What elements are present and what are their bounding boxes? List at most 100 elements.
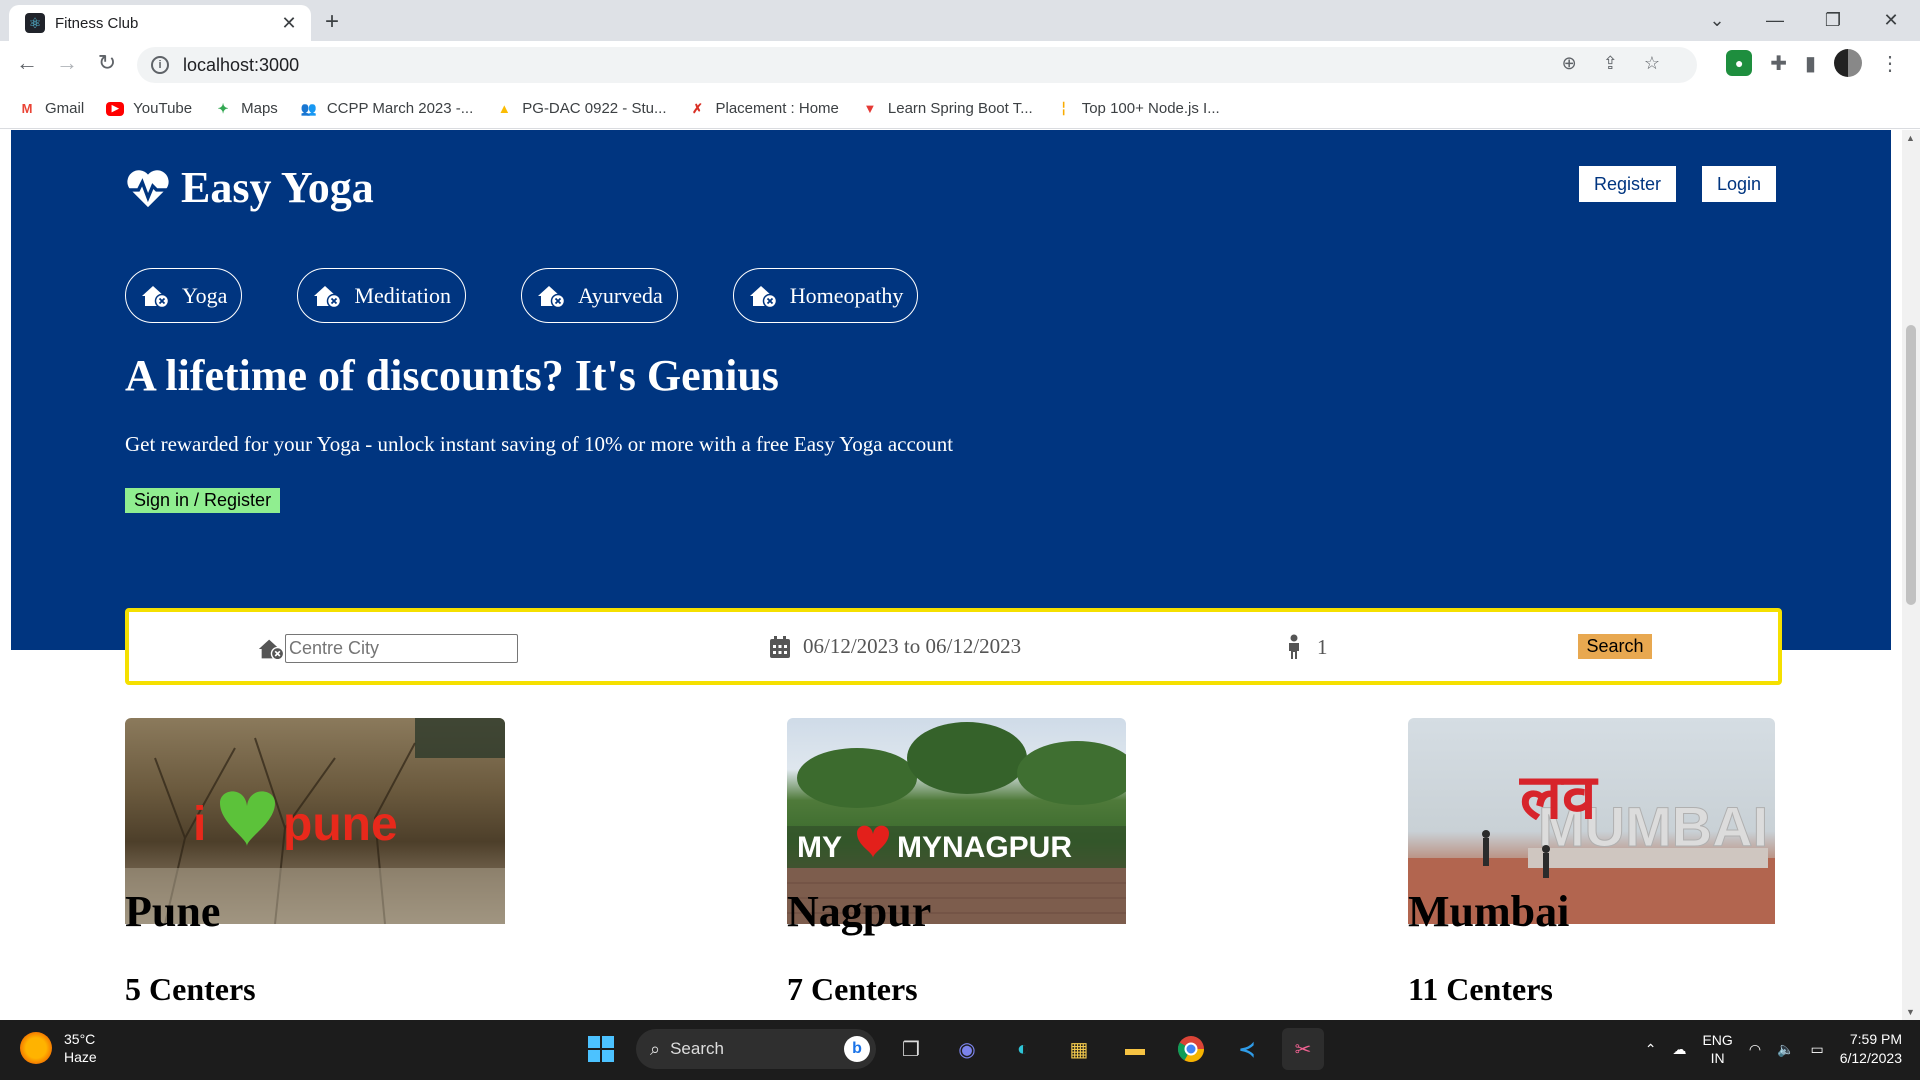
windows-taskbar: 35°C Haze ⌕ Search b ❐ ◉ ◐ ▦ ▬ ≺ ✂ ⌃ ☁ E… bbox=[0, 1020, 1920, 1080]
hero-section: Easy Yoga Register Login Yoga Meditation… bbox=[11, 130, 1891, 650]
category-ayurveda[interactable]: Ayurveda bbox=[521, 268, 678, 323]
hero-subline: Get rewarded for your Yoga - unlock inst… bbox=[125, 432, 954, 456]
close-icon[interactable]: ✕ bbox=[279, 13, 299, 34]
clock[interactable]: 7:59 PM 6/12/2023 bbox=[1840, 1030, 1902, 1068]
tab-title: Fitness Club bbox=[55, 14, 139, 32]
hero-headline: A lifetime of discounts? It's Genius bbox=[125, 351, 779, 400]
bookmarks-bar: M Gmail ▶ YouTube ✦ Maps 👥 CCPP March 2023 -… bbox=[0, 89, 1920, 129]
scrollbar-thumb[interactable] bbox=[1906, 325, 1916, 605]
teams-icon[interactable]: ◉ bbox=[946, 1028, 988, 1070]
weather-sun-icon bbox=[20, 1032, 52, 1064]
signin-register-button[interactable]: Sign in / Register bbox=[125, 488, 281, 513]
svg-text:i: i bbox=[193, 798, 206, 851]
home-cancel-icon bbox=[258, 639, 285, 660]
browser-tab[interactable]: ⚛ Fitness Club ✕ bbox=[9, 5, 311, 41]
category-yoga[interactable]: Yoga bbox=[125, 268, 243, 323]
volume-icon[interactable]: 🔈 bbox=[1777, 1041, 1794, 1058]
home-cancel-icon bbox=[314, 285, 342, 308]
city-name: Mumbai bbox=[1408, 887, 1570, 936]
chevron-up-icon[interactable]: ⌃ bbox=[1645, 1041, 1657, 1058]
category-pills: Yoga Meditation Ayurveda Homeopathy bbox=[125, 268, 919, 323]
react-icon: ⚛ bbox=[25, 13, 45, 33]
home-cancel-icon bbox=[749, 285, 777, 308]
brand-logo[interactable]: Easy Yoga bbox=[125, 162, 374, 213]
city-card-mumbai[interactable]: MUMBAI लव Mumbai 11 Centers bbox=[1408, 718, 1775, 1007]
register-button[interactable]: Register bbox=[1579, 166, 1676, 202]
minimize-button[interactable]: — bbox=[1746, 10, 1804, 31]
browser-toolbar: ← → ↻ i localhost:3000 ⊕ ⇪ ☆ ● ✚ ▮ ⋮ bbox=[0, 41, 1920, 89]
file-explorer-icon[interactable]: ▬ bbox=[1114, 1028, 1156, 1070]
bookmark-placement[interactable]: ✗ Placement : Home bbox=[689, 100, 839, 118]
edge-icon[interactable]: ◐ bbox=[1002, 1028, 1044, 1070]
bars-icon: ╎ bbox=[1059, 100, 1068, 116]
svg-text:pune: pune bbox=[283, 798, 398, 851]
home-cancel-icon bbox=[538, 285, 566, 308]
bookmark-youtube[interactable]: ▶ YouTube bbox=[106, 100, 192, 117]
scroll-down-icon[interactable]: ▼ bbox=[1906, 1007, 1915, 1017]
youtube-icon: ▶ bbox=[106, 101, 125, 116]
home-cancel-icon bbox=[142, 285, 170, 308]
date-range-picker[interactable]: 06/12/2023 to 06/12/2023 bbox=[769, 634, 1021, 659]
login-button[interactable]: Login bbox=[1702, 166, 1776, 202]
people-picker[interactable]: 1 bbox=[1285, 634, 1328, 660]
menu-icon[interactable]: ⋮ bbox=[1880, 51, 1900, 76]
chrome-icon[interactable] bbox=[1170, 1028, 1212, 1070]
zoom-icon[interactable]: ⊕ bbox=[1562, 53, 1577, 74]
puzzle-icon[interactable]: ✚ bbox=[1770, 51, 1787, 76]
tab-search-icon[interactable]: ⌄ bbox=[1688, 10, 1746, 31]
bookmark-ccpp[interactable]: 👥 CCPP March 2023 -... bbox=[300, 100, 474, 118]
url-text: localhost:3000 bbox=[183, 54, 300, 75]
share-icon[interactable]: ⇪ bbox=[1603, 53, 1618, 74]
maps-icon: ✦ bbox=[217, 100, 229, 116]
store-icon[interactable]: ▦ bbox=[1058, 1028, 1100, 1070]
search-button[interactable]: Search bbox=[1578, 634, 1652, 659]
category-homeopathy[interactable]: Homeopathy bbox=[732, 268, 919, 323]
page-viewport: Easy Yoga Register Login Yoga Meditation… bbox=[0, 130, 1920, 1020]
search-bar: Centre City 06/12/2023 to 06/12/2023 1 S… bbox=[125, 608, 1782, 685]
calendar-icon bbox=[770, 635, 790, 658]
people-count: 1 bbox=[1317, 634, 1328, 659]
city-name: Pune bbox=[125, 887, 221, 936]
svg-text:MYNAGPUR: MYNAGPUR bbox=[897, 831, 1072, 864]
city-input[interactable]: Centre City bbox=[285, 634, 518, 663]
city-card-nagpur[interactable]: MY MYNAGPUR Nagpur 7 Centers bbox=[787, 718, 1126, 1007]
weather-widget[interactable]: 35°C Haze bbox=[20, 1030, 97, 1066]
back-icon[interactable]: ← bbox=[12, 50, 42, 76]
bookmark-pg-dac[interactable]: ▲ PG-DAC 0922 - Stu... bbox=[495, 100, 667, 118]
window-controls: ⌄ — ❐ ✕ bbox=[1688, 0, 1920, 41]
bookmark-nodejs[interactable]: ╎ Top 100+ Node.js I... bbox=[1055, 100, 1220, 118]
onedrive-icon[interactable]: ☁ bbox=[1672, 1041, 1686, 1058]
reload-icon[interactable]: ↻ bbox=[92, 50, 122, 76]
address-bar[interactable]: i localhost:3000 bbox=[137, 47, 1697, 83]
bookmark-spring-boot[interactable]: ▼ Learn Spring Boot T... bbox=[861, 100, 1032, 118]
forward-icon[interactable]: → bbox=[52, 50, 82, 76]
star-icon[interactable]: ☆ bbox=[1644, 53, 1660, 74]
city-card-pune[interactable]: i pune Pune 5 Centers bbox=[125, 718, 505, 1007]
category-meditation[interactable]: Meditation bbox=[297, 268, 466, 323]
profile-avatar[interactable] bbox=[1834, 49, 1862, 77]
snipping-tool-icon[interactable]: ✂ bbox=[1282, 1028, 1324, 1070]
bookmark-gmail[interactable]: M Gmail bbox=[18, 100, 85, 118]
bookmark-maps[interactable]: ✦ Maps bbox=[214, 100, 278, 118]
new-tab-button[interactable]: + bbox=[325, 8, 339, 36]
close-window-button[interactable]: ✕ bbox=[1862, 10, 1920, 31]
weather-condition: Haze bbox=[64, 1049, 97, 1065]
restore-button[interactable]: ❐ bbox=[1804, 10, 1862, 31]
omnibox-actions: ⊕ ⇪ ☆ bbox=[1562, 53, 1660, 74]
windows-start-icon[interactable] bbox=[580, 1028, 622, 1070]
scroll-up-icon[interactable]: ▲ bbox=[1906, 133, 1915, 143]
side-panel-icon[interactable]: ▮ bbox=[1805, 51, 1816, 76]
task-view-icon[interactable]: ❐ bbox=[890, 1028, 932, 1070]
vscode-icon[interactable]: ≺ bbox=[1226, 1028, 1268, 1070]
runner-icon: ✗ bbox=[692, 100, 703, 116]
language-indicator[interactable]: ENG IN bbox=[1702, 1031, 1732, 1067]
wifi-icon[interactable]: ◠ bbox=[1749, 1041, 1761, 1058]
page-scrollbar[interactable]: ▲ ▼ bbox=[1902, 130, 1920, 1020]
system-tray: ⌃ ☁ ENG IN ◠ 🔈 ▭ 7:59 PM 6/12/2023 bbox=[1645, 1030, 1902, 1068]
city-name: Nagpur bbox=[787, 887, 932, 936]
battery-icon[interactable]: ▭ bbox=[1810, 1041, 1823, 1058]
heartbeat-icon bbox=[127, 169, 169, 207]
extension-icon[interactable]: ● bbox=[1726, 50, 1753, 76]
taskbar-search[interactable]: ⌕ Search b bbox=[636, 1029, 876, 1069]
site-info-icon[interactable]: i bbox=[151, 56, 169, 74]
